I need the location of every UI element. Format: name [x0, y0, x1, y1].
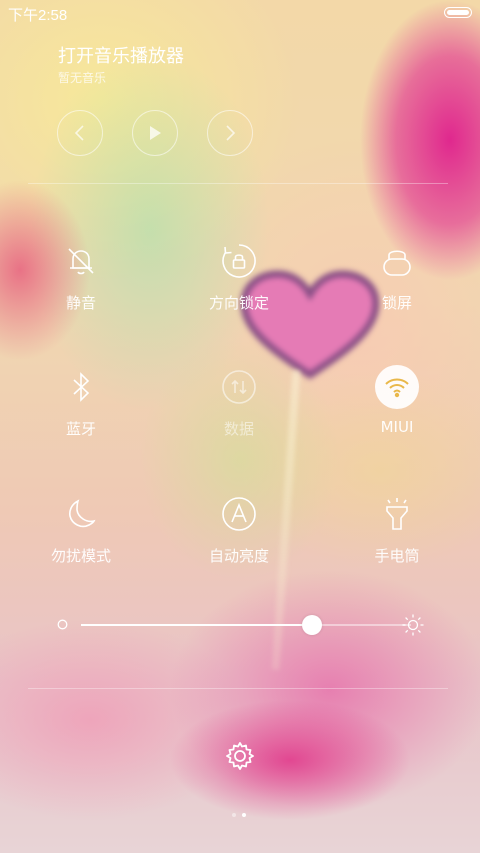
- toggle-lock-screen[interactable]: 锁屏: [337, 240, 457, 330]
- auto-brightness-icon: [222, 497, 256, 531]
- brightness-low-icon: [57, 619, 68, 630]
- toggle-flashlight[interactable]: 手电筒: [337, 493, 457, 583]
- brightness-track-fill: [81, 624, 312, 626]
- brightness-slider[interactable]: [55, 612, 425, 638]
- play-icon: [150, 126, 161, 140]
- page-dot: [242, 813, 246, 817]
- toggle-do-not-disturb-label: 勿扰模式: [50, 547, 111, 565]
- next-track-button[interactable]: [207, 110, 253, 156]
- play-button[interactable]: [132, 110, 178, 156]
- page-dot: [232, 813, 236, 817]
- music-status: 暂无音乐: [58, 71, 107, 85]
- toggle-wifi-label: MIUI: [380, 418, 414, 436]
- brightness-high-icon: [402, 614, 424, 636]
- toggle-silent-icon-wrap: [60, 240, 102, 282]
- wifi-icon: [385, 378, 409, 398]
- toggle-silent[interactable]: 静音: [21, 240, 141, 330]
- toggle-auto-brightness[interactable]: 自动亮度: [179, 493, 299, 583]
- toggle-rotation-lock-icon-wrap: [218, 240, 260, 282]
- status-bar: 下午2:58: [0, 0, 480, 28]
- toggle-do-not-disturb-icon-wrap: [60, 493, 102, 535]
- toggle-bluetooth-icon-wrap: [60, 366, 102, 408]
- mobile-data-icon: [222, 370, 256, 404]
- toggle-mobile-data-label: 数据: [223, 420, 254, 438]
- battery-level-fill: [447, 10, 469, 15]
- battery-icon: [444, 7, 472, 18]
- bottom-divider: [28, 688, 448, 689]
- moon-icon: [69, 499, 96, 528]
- toggle-wifi-icon-wrap: [375, 365, 419, 409]
- bell-off-icon: [68, 248, 94, 275]
- toggle-lock-screen-icon-wrap: [376, 240, 418, 282]
- toggle-bluetooth-label: 蓝牙: [65, 420, 96, 438]
- toggle-mobile-data-icon-wrap: [218, 366, 260, 408]
- toggle-auto-brightness-label: 自动亮度: [208, 547, 269, 565]
- previous-track-button[interactable]: [57, 110, 103, 156]
- toggle-flashlight-icon-wrap: [376, 493, 418, 535]
- rotation-lock-icon: [222, 244, 256, 278]
- toggle-wifi[interactable]: MIUI: [337, 365, 457, 456]
- chevron-left-icon: [74, 125, 84, 141]
- toggle-mobile-data[interactable]: 数据: [179, 366, 299, 456]
- brightness-thumb[interactable]: [302, 615, 322, 635]
- music-divider: [28, 183, 448, 184]
- brightness-track[interactable]: [81, 624, 411, 626]
- bluetooth-icon: [73, 372, 90, 402]
- gear-icon[interactable]: [224, 740, 256, 772]
- toggle-rotation-lock[interactable]: 方向锁定: [179, 240, 299, 330]
- page-indicator: [230, 812, 250, 818]
- toggle-bluetooth[interactable]: 蓝牙: [21, 366, 141, 456]
- toggle-rotation-lock-label: 方向锁定: [208, 294, 269, 312]
- flashlight-icon: [386, 498, 408, 530]
- toggle-flashlight-label: 手电筒: [374, 547, 420, 565]
- toggle-silent-label: 静音: [65, 294, 96, 312]
- lock-icon: [383, 250, 411, 276]
- toggle-lock-screen-label: 锁屏: [381, 294, 412, 312]
- toggle-auto-brightness-icon-wrap: [218, 493, 260, 535]
- toggle-do-not-disturb[interactable]: 勿扰模式: [21, 493, 141, 583]
- music-player-title[interactable]: 打开音乐播放器: [58, 42, 184, 68]
- status-time: 下午2:58: [8, 7, 68, 24]
- chevron-right-icon: [226, 125, 236, 141]
